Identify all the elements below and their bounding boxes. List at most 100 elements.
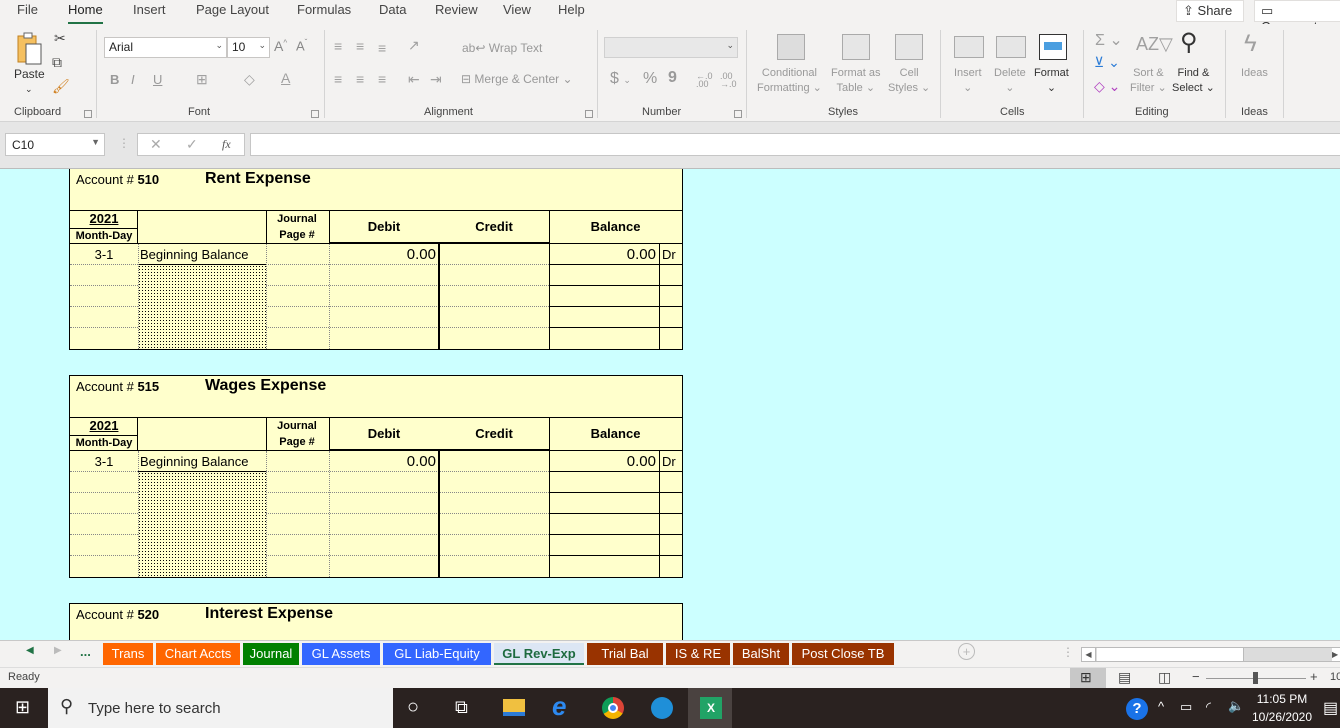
tab-data[interactable]: Data [379, 2, 406, 17]
find-select-button[interactable]: Find & Select ⌄ [1172, 66, 1215, 96]
paste-chevron-icon[interactable]: ⌄ [25, 82, 33, 97]
scroll-right-icon[interactable]: ▶ [1332, 648, 1340, 661]
insert-function-icon[interactable]: fx [222, 137, 231, 152]
share-button[interactable]: ⇪ Share [1176, 0, 1244, 22]
wrap-text-button[interactable]: ab↩ Wrap Text [462, 41, 542, 56]
edge-icon[interactable] [651, 697, 673, 719]
balance-amount[interactable]: 0.00 [549, 246, 656, 263]
balance-amount[interactable]: 0.00 [549, 453, 656, 470]
notifications-icon[interactable]: ▤ [1323, 698, 1338, 718]
zoom-in-button[interactable]: + [1310, 669, 1318, 684]
italic-button[interactable]: I [131, 72, 135, 87]
scroll-tabs-left-icon[interactable]: ◀ [26, 645, 34, 656]
tab-review[interactable]: Review [435, 2, 478, 17]
battery-icon[interactable]: ▭ [1180, 699, 1192, 715]
align-left-icon[interactable]: ≡ [334, 71, 342, 87]
grow-font-icon[interactable]: A^ [274, 38, 287, 54]
sheet-tab-balsht[interactable]: BalSht [733, 643, 789, 665]
format-cells-icon[interactable] [1039, 34, 1067, 60]
help-icon[interactable]: ? [1126, 698, 1148, 720]
cortana-icon[interactable]: ○ [407, 696, 419, 719]
more-sheets-button[interactable]: ... [80, 644, 91, 659]
format-as-table-button[interactable]: Format as Table ⌄ [831, 66, 881, 96]
increase-indent-icon[interactable]: ⇥ [430, 71, 442, 88]
decrease-decimal-icon[interactable]: .00 →.0 [720, 72, 737, 89]
formula-input[interactable] [250, 133, 1340, 156]
entry-date[interactable]: 3-1 [70, 247, 138, 262]
page-layout-view-icon[interactable]: ▤ [1118, 669, 1131, 686]
file-explorer-icon[interactable] [503, 699, 525, 716]
scrollbar-thumb[interactable] [1097, 648, 1244, 661]
volume-icon[interactable]: 🔈 [1228, 698, 1244, 714]
tab-formulas[interactable]: Formulas [297, 2, 351, 17]
debit-amount[interactable]: 0.00 [329, 246, 436, 263]
underline-button[interactable]: U [153, 72, 162, 87]
number-launcher-icon[interactable] [734, 110, 742, 118]
clear-icon[interactable]: ◇ ⌄ [1094, 78, 1120, 95]
increase-decimal-icon[interactable]: ←.0.00 [696, 72, 713, 89]
insert-cells-icon[interactable] [954, 36, 984, 58]
percent-button[interactable]: % [643, 70, 657, 88]
align-center-icon[interactable]: ≡ [356, 71, 364, 87]
shrink-font-icon[interactable]: Aˇ [296, 38, 307, 53]
delete-cells-button[interactable]: Delete ⌄ [994, 66, 1026, 96]
normal-view-button[interactable]: ⊞ [1070, 668, 1106, 688]
tab-insert[interactable]: Insert [133, 2, 166, 17]
zoom-slider-thumb[interactable] [1253, 672, 1258, 684]
sheet-tab-trial-bal[interactable]: Trial Bal [587, 643, 663, 665]
ideas-icon[interactable]: ϟ [1244, 30, 1257, 58]
conditional-formatting-icon[interactable] [777, 34, 805, 60]
add-sheet-button[interactable]: + [958, 643, 975, 660]
font-size-select[interactable]: 10 ⌄ [227, 37, 270, 58]
format-as-table-icon[interactable] [842, 34, 870, 60]
zoom-out-button[interactable]: − [1192, 669, 1200, 684]
merge-center-button[interactable]: ⊟ Merge & Center ⌄ [461, 72, 573, 87]
zoom-level[interactable]: 10 [1330, 671, 1340, 683]
format-painter-icon[interactable]: 🖌 [52, 78, 70, 95]
paste-button[interactable] [16, 32, 44, 66]
autosum-icon[interactable]: Σ ⌄ [1095, 30, 1123, 50]
currency-button[interactable]: $ ⌄ [610, 70, 631, 88]
debit-amount[interactable]: 0.00 [329, 453, 436, 470]
alignment-launcher-icon[interactable] [585, 110, 593, 118]
align-middle-icon[interactable]: ≡ [356, 38, 364, 54]
wifi-icon[interactable]: ◜ [1206, 699, 1211, 715]
windows-start-icon[interactable]: ⊞ [15, 697, 30, 718]
sheet-tab-trans[interactable]: Trans [103, 643, 153, 665]
cell-styles-icon[interactable] [895, 34, 923, 60]
format-cells-button[interactable]: Format ⌄ [1034, 66, 1069, 96]
entry-description[interactable]: Beginning Balance [140, 247, 248, 262]
font-color-icon[interactable]: A [281, 70, 290, 86]
scroll-left-icon[interactable]: ◀ [1082, 648, 1096, 661]
borders-icon[interactable]: ⊞ [196, 71, 208, 88]
sheet-tab-gl-liab-equity[interactable]: GL Liab-Equity [383, 643, 491, 665]
taskbar-search[interactable]: ⚲ Type here to search [48, 688, 393, 728]
ideas-button[interactable]: Ideas [1241, 66, 1268, 81]
find-select-icon[interactable]: ⚲ [1180, 28, 1198, 57]
tab-page-layout[interactable]: Page Layout [196, 2, 269, 17]
font-launcher-icon[interactable] [311, 110, 319, 118]
scroll-tabs-right-icon[interactable]: ▶ [54, 645, 62, 656]
tab-help[interactable]: Help [558, 2, 585, 17]
comments-button[interactable]: ▭ Comments [1254, 0, 1340, 34]
tab-view[interactable]: View [503, 2, 531, 17]
clock-time[interactable]: 11:05 PM [1252, 692, 1312, 706]
clipboard-launcher-icon[interactable] [84, 110, 92, 118]
copy-icon[interactable]: ⧉ [52, 54, 62, 71]
align-right-icon[interactable]: ≡ [378, 71, 386, 87]
conditional-formatting-button[interactable]: Conditional Formatting ⌄ [757, 66, 822, 96]
tab-file[interactable]: File [17, 2, 38, 17]
internet-explorer-icon[interactable]: e [552, 691, 566, 722]
balance-side[interactable]: Dr [662, 247, 676, 262]
bold-button[interactable]: B [110, 72, 119, 87]
name-box[interactable]: C10 ▼ [5, 133, 105, 156]
align-bottom-icon[interactable]: ≡ [378, 40, 386, 56]
number-format-select[interactable]: ⌄ [604, 37, 738, 58]
show-hidden-icons-icon[interactable]: ^ [1158, 699, 1164, 714]
entry-description[interactable]: Beginning Balance [140, 454, 248, 469]
comma-button[interactable]: 9 [668, 69, 677, 87]
sheet-tab-post-close-tb[interactable]: Post Close TB [792, 643, 894, 665]
sheet-tab-chart-accts[interactable]: Chart Accts [156, 643, 240, 665]
sheet-tab-gl-rev-exp[interactable]: GL Rev-Exp [494, 643, 584, 665]
chrome-icon[interactable] [602, 697, 624, 719]
